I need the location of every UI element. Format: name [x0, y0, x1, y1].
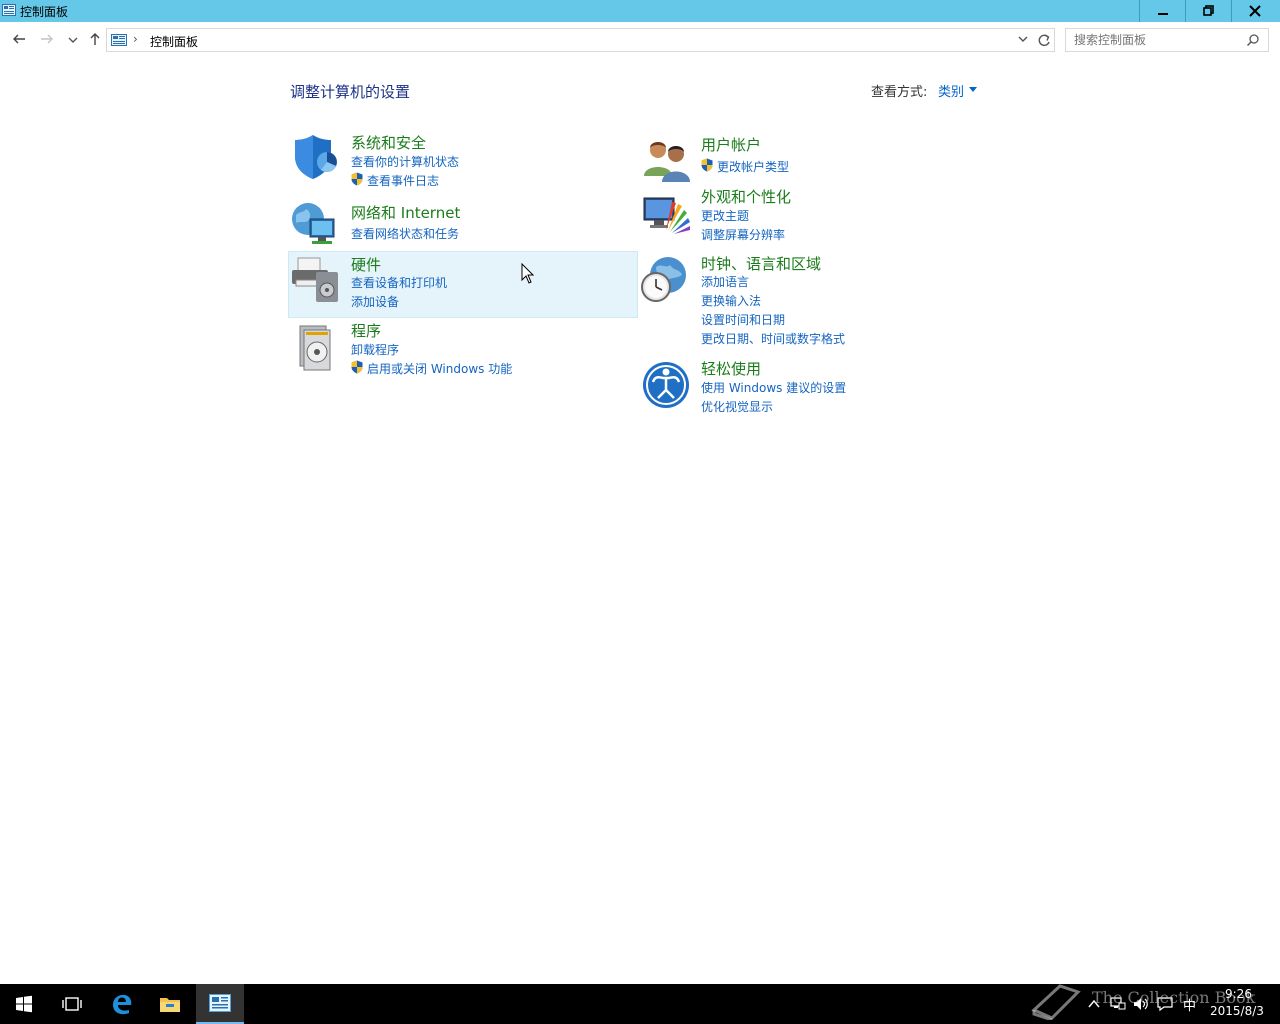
refresh-icon[interactable] [1037, 31, 1051, 49]
category-hardware: 硬件 查看设备和打印机 添加设备 [288, 251, 638, 318]
clock-time[interactable]: 9:26 [1225, 987, 1252, 1001]
page-title: 调整计算机的设置 [290, 83, 411, 101]
forward-button[interactable] [38, 30, 56, 48]
link-windows-features[interactable]: 启用或关闭 Windows 功能 [367, 360, 512, 377]
uac-shield-icon [351, 360, 363, 374]
category-title[interactable]: 硬件 [351, 254, 381, 275]
control-panel-icon [2, 4, 16, 16]
category-programs: 程序 卸载程序 启用或关闭 Windows 功能 [288, 318, 638, 384]
category-title[interactable]: 外观和个性化 [701, 186, 791, 207]
category-title[interactable]: 网络和 Internet [351, 202, 460, 223]
ease-of-access-icon[interactable] [641, 360, 691, 410]
link-uninstall-program[interactable]: 卸载程序 [351, 341, 399, 358]
hardware-icon[interactable] [290, 256, 340, 306]
back-button[interactable] [10, 30, 28, 48]
link-adjust-resolution[interactable]: 调整屏幕分辨率 [701, 226, 785, 243]
link-optimize-visual-display[interactable]: 优化视觉显示 [701, 398, 773, 415]
link-view-devices-printers[interactable]: 查看设备和打印机 [351, 274, 447, 291]
uac-shield-icon [351, 172, 363, 186]
category-appearance: 外观和个性化 更改主题 调整屏幕分辨率 [640, 184, 990, 244]
category-title[interactable]: 轻松使用 [701, 358, 761, 379]
category-title[interactable]: 系统和安全 [351, 132, 426, 153]
view-by-label: 查看方式: [871, 85, 928, 100]
caret-down-icon[interactable] [969, 87, 977, 92]
search-input[interactable] [1074, 32, 1244, 48]
edge-button[interactable] [98, 984, 146, 1024]
network-internet-icon[interactable] [290, 201, 340, 251]
close-button[interactable] [1232, 0, 1278, 22]
link-change-date-time-format[interactable]: 更改日期、时间或数字格式 [701, 330, 845, 347]
start-icon [16, 995, 32, 1013]
recent-locations-button[interactable] [64, 30, 82, 48]
task-view-icon [62, 997, 82, 1011]
window-title: 控制面板 [20, 5, 69, 19]
system-security-icon[interactable] [291, 132, 341, 182]
up-button[interactable] [86, 30, 104, 48]
link-set-time-date[interactable]: 设置时间和日期 [701, 311, 785, 328]
clock-date[interactable]: 2015/8/3 [1210, 1004, 1264, 1018]
control-panel-icon [209, 994, 231, 1012]
file-explorer-icon [160, 998, 180, 1012]
category-clock-language-region: 时钟、语言和区域 添加语言 更换输入法 设置时间和日期 更改日期、时间或数字格式 [640, 251, 990, 351]
clock-language-region-icon[interactable] [640, 255, 690, 305]
watermark-book-icon [1031, 984, 1081, 1020]
chevron-right-icon[interactable]: › [133, 32, 138, 46]
restore-icon [1203, 5, 1214, 16]
link-view-event-logs[interactable]: 查看事件日志 [367, 172, 439, 189]
close-icon [1249, 5, 1261, 17]
programs-icon[interactable] [292, 322, 342, 372]
link-recommended-settings[interactable]: 使用 Windows 建议的设置 [701, 379, 846, 396]
search-box[interactable] [1065, 28, 1269, 52]
appearance-icon[interactable] [642, 190, 692, 240]
taskbar: 中 [0, 984, 1280, 1024]
category-network-internet: 网络和 Internet 查看网络状态和任务 [288, 197, 638, 249]
link-change-theme[interactable]: 更改主题 [701, 207, 749, 224]
navigation-bar: › 控制面板 [0, 22, 1280, 58]
link-add-language[interactable]: 添加语言 [701, 273, 749, 290]
category-title[interactable]: 程序 [351, 320, 381, 341]
control-panel-taskbar-button[interactable] [196, 984, 244, 1024]
control-panel-icon [111, 34, 127, 46]
file-explorer-button[interactable] [146, 984, 194, 1024]
category-system-security: 系统和安全 查看你的计算机状态 查看事件日志 [288, 128, 638, 190]
category-user-accounts: 用户帐户 更改帐户类型 [640, 132, 990, 182]
uac-shield-icon [701, 158, 713, 172]
category-title[interactable]: 用户帐户 [701, 134, 761, 155]
address-bar[interactable]: › 控制面板 [106, 28, 1055, 52]
minimize-button[interactable] [1140, 0, 1186, 22]
link-view-network-status[interactable]: 查看网络状态和任务 [351, 225, 459, 242]
search-icon[interactable] [1246, 33, 1260, 47]
link-view-computer-status[interactable]: 查看你的计算机状态 [351, 153, 459, 170]
breadcrumb-control-panel[interactable]: 控制面板 [150, 33, 198, 50]
restore-button[interactable] [1186, 0, 1232, 22]
task-view-button[interactable] [48, 984, 96, 1024]
chevron-down-icon[interactable] [1017, 31, 1029, 47]
link-change-input-method[interactable]: 更换输入法 [701, 292, 761, 309]
title-bar[interactable]: 控制面板 [0, 0, 1280, 22]
edge-icon [113, 994, 132, 1015]
mouse-cursor-icon [521, 263, 535, 284]
category-title[interactable]: 时钟、语言和区域 [701, 253, 821, 274]
user-accounts-icon[interactable] [642, 136, 692, 186]
link-change-account-type[interactable]: 更改帐户类型 [717, 158, 789, 175]
category-ease-of-access: 轻松使用 使用 Windows 建议的设置 优化视觉显示 [640, 356, 990, 416]
view-by-dropdown[interactable]: 类别 [938, 81, 964, 100]
start-button[interactable] [0, 984, 48, 1024]
link-add-device[interactable]: 添加设备 [351, 293, 399, 310]
